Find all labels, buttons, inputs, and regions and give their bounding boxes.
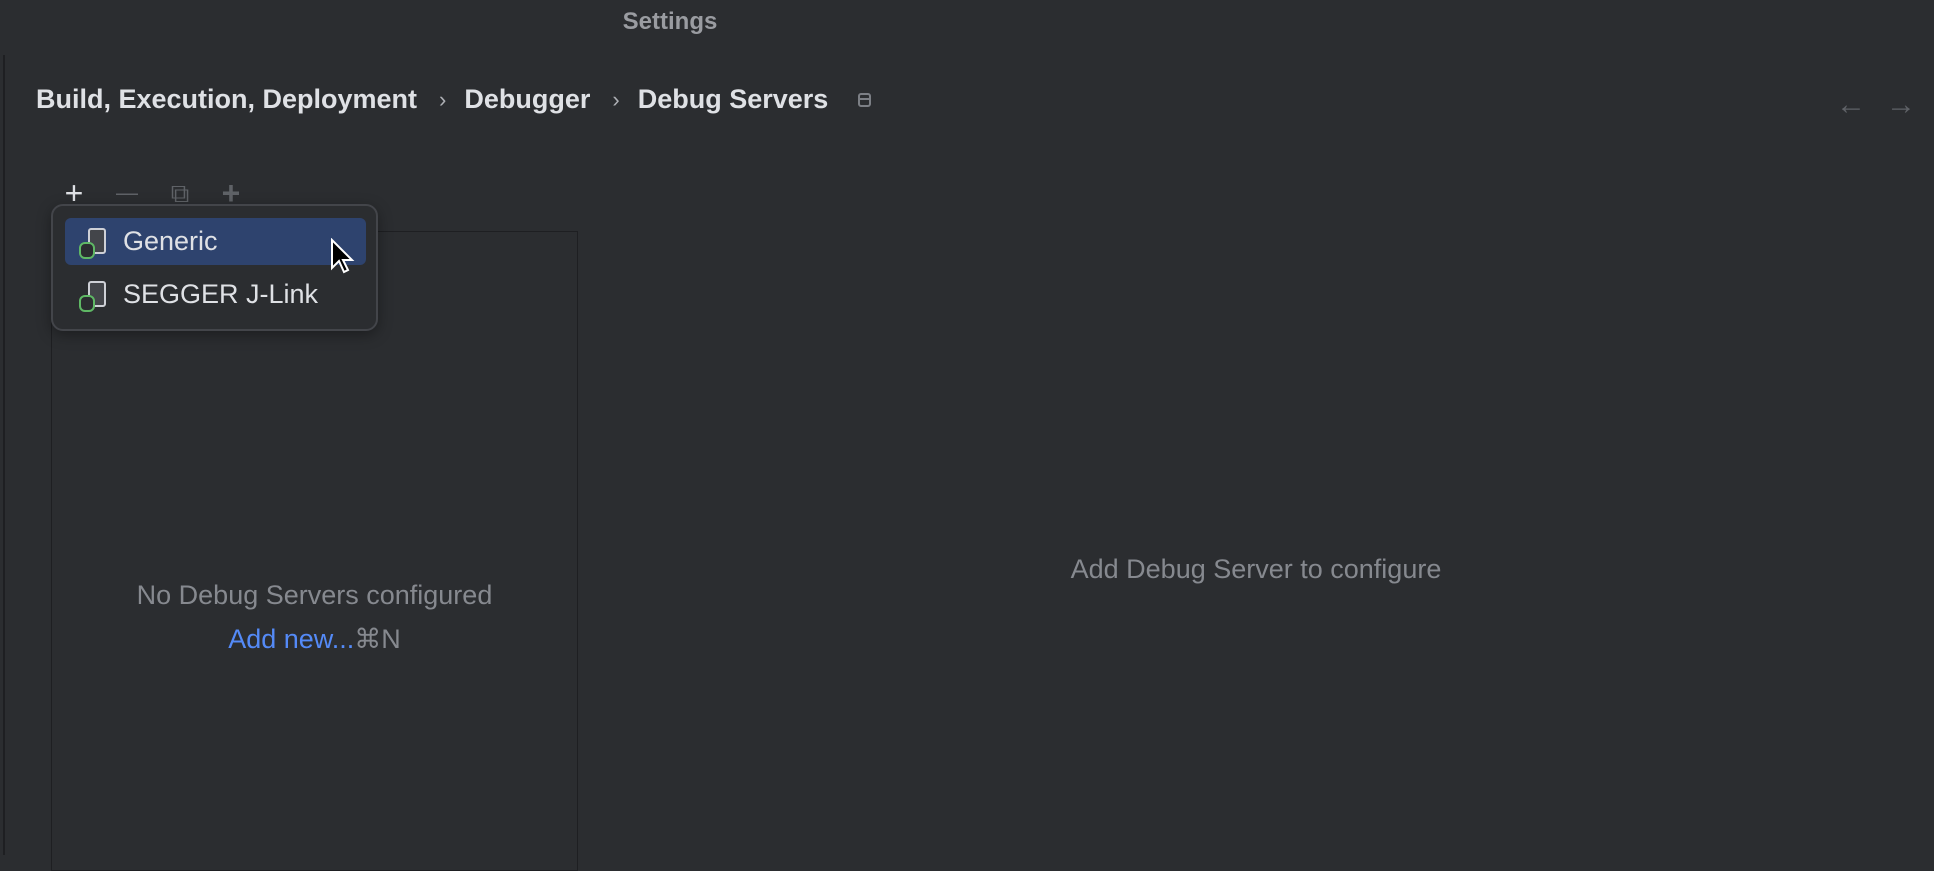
breadcrumb-item[interactable]: Build, Execution, Deployment <box>36 84 417 115</box>
popup-item-segger-jlink[interactable]: SEGGER J-Link <box>65 271 366 318</box>
forward-button[interactable]: → <box>1886 88 1916 122</box>
add-new-link[interactable]: Add new... <box>228 624 354 654</box>
debug-server-icon <box>79 279 111 312</box>
project-scope-icon <box>858 92 872 107</box>
back-button[interactable]: ← <box>1836 88 1866 122</box>
add-server-popup: Generic SEGGER J-Link <box>51 204 378 331</box>
empty-list-text: No Debug Servers configured <box>136 580 493 610</box>
chevron-right-icon: › <box>439 86 447 112</box>
divider <box>3 55 5 855</box>
popup-item-label: SEGGER J-Link <box>123 279 319 309</box>
breadcrumb: Build, Execution, Deployment › Debugger … <box>36 84 872 115</box>
detail-empty-text: Add Debug Server to configure <box>1070 554 1442 584</box>
popup-item-label: Generic <box>123 226 218 256</box>
breadcrumb-item[interactable]: Debugger <box>464 84 590 115</box>
debug-server-icon <box>79 226 111 259</box>
popup-item-generic[interactable]: Generic <box>65 218 366 265</box>
shortcut-hint: ⌘N <box>354 624 401 654</box>
breadcrumb-item: Debug Servers <box>637 84 829 114</box>
chevron-right-icon: › <box>612 86 620 112</box>
add-new-row: Add new...⌘N <box>51 624 578 655</box>
window-title: Settings <box>622 8 718 35</box>
mouse-cursor-icon <box>331 238 355 274</box>
